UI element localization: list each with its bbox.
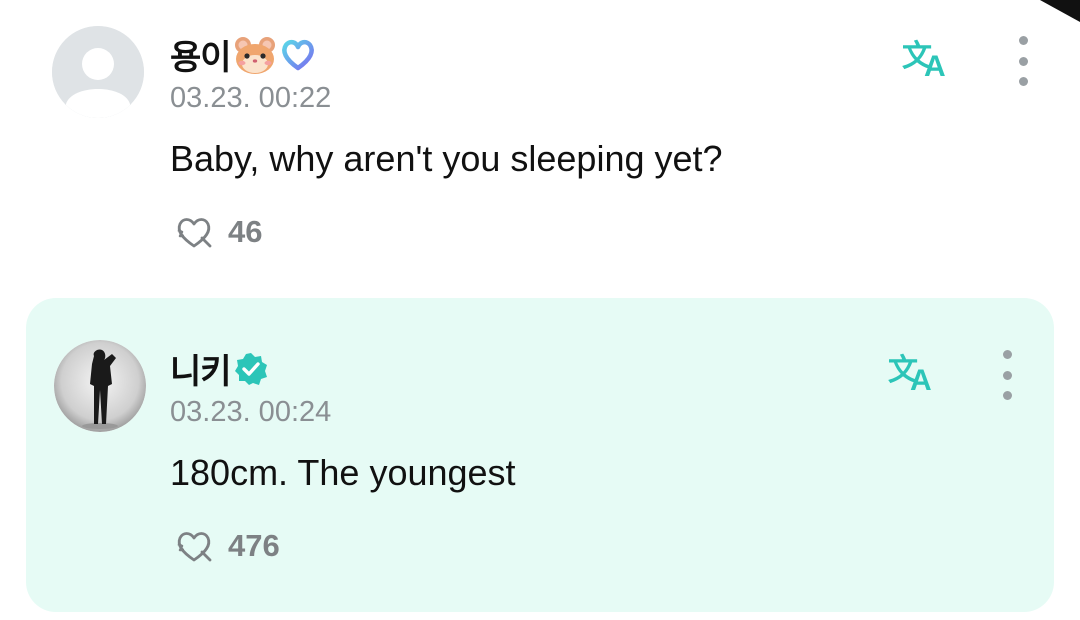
author-row: 니키 xyxy=(170,344,269,393)
more-vertical-icon xyxy=(1002,350,1012,359)
comment-item: 용이 03.23. 00:22 Baby, why aren't you sle… xyxy=(0,0,1080,290)
svg-text:A: A xyxy=(910,364,932,394)
comment-text: Baby, why aren't you sleeping yet? xyxy=(170,138,723,179)
username[interactable]: 용이 xyxy=(170,30,232,79)
username[interactable]: 니키 xyxy=(170,344,232,393)
like-count: 476 xyxy=(228,528,280,563)
more-vertical-icon xyxy=(1018,36,1028,45)
like-heart-icon xyxy=(177,532,212,562)
heart-badge-icon xyxy=(279,37,317,73)
comment-text: 180cm. The youngest xyxy=(170,452,516,493)
like-button[interactable]: 46 xyxy=(172,212,262,252)
comment-timestamp: 03.23. 00:24 xyxy=(170,396,332,428)
svg-text:A: A xyxy=(924,50,946,80)
comment-item-highlighted: 니키 03.23. 00:24 180cm. The youngest 476 … xyxy=(26,298,1054,612)
translate-icon: 文 A xyxy=(888,353,932,397)
hamster-emoji-icon xyxy=(233,35,277,75)
author-row: 용이 xyxy=(170,30,317,79)
translate-icon: 文 A xyxy=(902,39,946,83)
translate-button[interactable]: 文 A xyxy=(886,348,942,397)
more-options-button[interactable] xyxy=(996,350,1018,400)
comment-feed: 용이 03.23. 00:22 Baby, why aren't you sle… xyxy=(0,0,1080,620)
like-button[interactable]: 476 xyxy=(172,526,280,566)
like-heart-icon xyxy=(177,218,212,248)
avatar[interactable] xyxy=(52,26,144,118)
like-count: 46 xyxy=(228,214,263,249)
comment-timestamp: 03.23. 00:22 xyxy=(170,82,332,114)
translate-button[interactable]: 文 A xyxy=(900,34,956,83)
verified-badge-icon xyxy=(233,351,269,387)
more-options-button[interactable] xyxy=(1012,36,1034,86)
default-avatar-icon xyxy=(52,26,144,118)
avatar[interactable] xyxy=(54,340,146,432)
artist-photo-icon xyxy=(54,340,146,432)
